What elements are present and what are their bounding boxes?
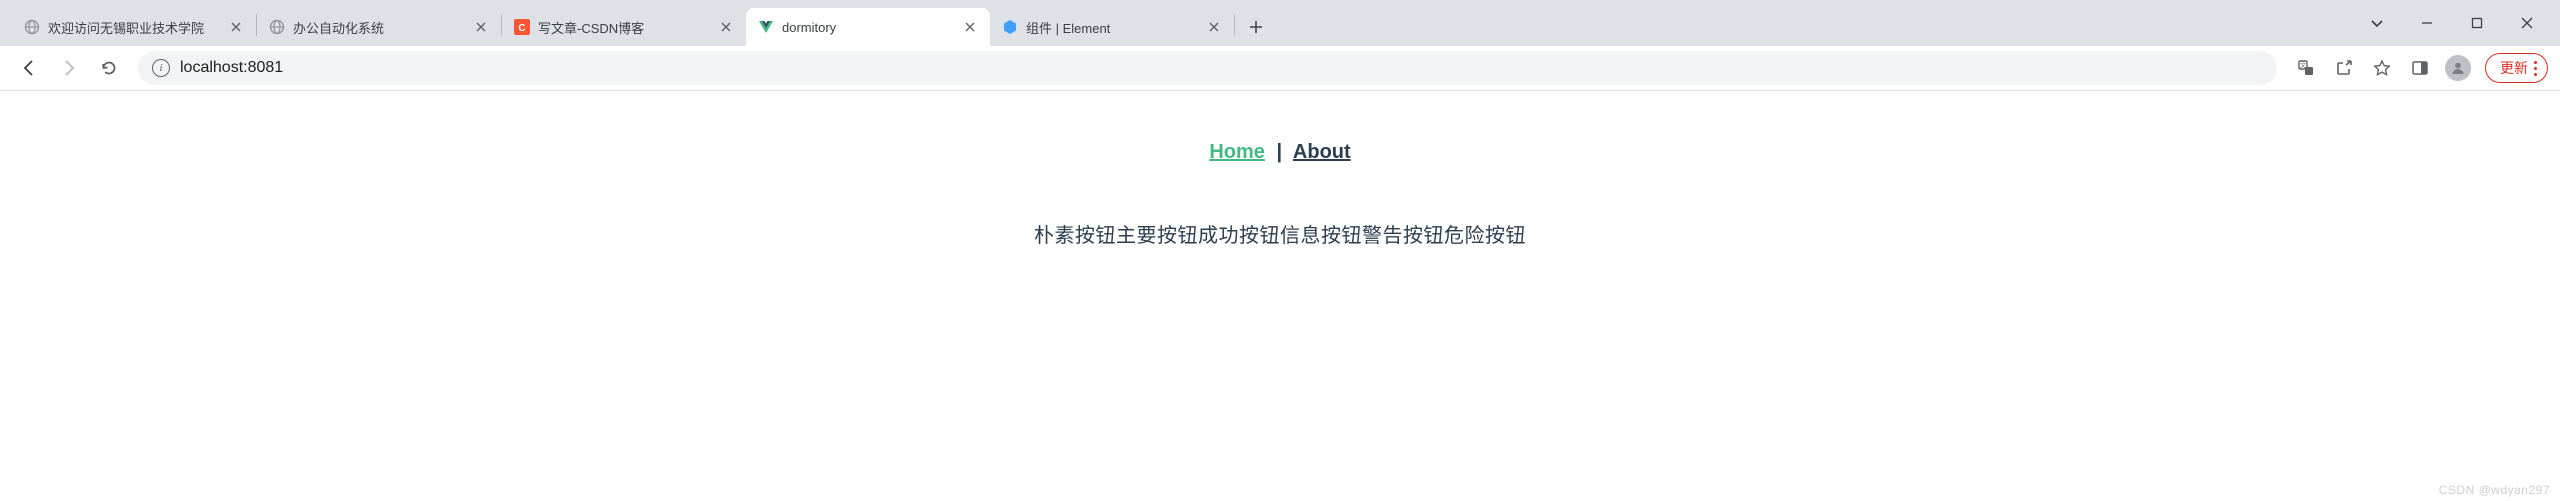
side-panel-icon[interactable] <box>2403 51 2437 85</box>
router-nav: Home | About <box>0 141 2560 164</box>
tab-title: dormitory <box>782 20 954 35</box>
minimize-button[interactable] <box>2402 5 2452 41</box>
close-icon[interactable] <box>473 19 489 35</box>
profile-button[interactable] <box>2441 51 2475 85</box>
tab-strip: 欢迎访问无锡职业技术学院 办公自动化系统 C 写文章-CSDN博客 dormit… <box>0 0 2560 46</box>
reload-button[interactable] <box>92 51 126 85</box>
address-bar[interactable]: i localhost:8081 <box>138 51 2277 85</box>
globe-icon <box>24 19 40 35</box>
window-controls <box>2352 0 2560 46</box>
url-text: localhost:8081 <box>180 59 2263 77</box>
site-info-icon[interactable]: i <box>152 59 170 77</box>
tab-search-button[interactable] <box>2352 16 2402 30</box>
share-icon[interactable] <box>2327 51 2361 85</box>
update-label: 更新 <box>2500 58 2528 78</box>
nav-link-home[interactable]: Home <box>1209 141 1265 163</box>
tab-oa[interactable]: 办公自动化系统 <box>257 8 501 46</box>
svg-text:文: 文 <box>2300 62 2306 70</box>
tab-csdn[interactable]: C 写文章-CSDN博客 <box>502 8 746 46</box>
element-icon <box>1002 19 1018 35</box>
translate-icon[interactable]: 文 <box>2289 51 2323 85</box>
browser-toolbar: i localhost:8081 文 更新 <box>0 46 2560 91</box>
nav-link-about[interactable]: About <box>1293 141 1351 163</box>
forward-button[interactable] <box>52 51 86 85</box>
avatar-icon <box>2445 55 2471 81</box>
tab-dormitory[interactable]: dormitory <box>746 8 990 46</box>
tab-title: 办公自动化系统 <box>293 18 465 37</box>
tab-wuxi[interactable]: 欢迎访问无锡职业技术学院 <box>12 8 256 46</box>
button-text-row: 朴素按钮主要按钮成功按钮信息按钮警告按钮危险按钮 <box>0 219 2560 248</box>
tab-element[interactable]: 组件 | Element <box>990 8 1234 46</box>
csdn-icon: C <box>514 19 530 35</box>
watermark: CSDN @wdyan297 <box>2439 483 2550 497</box>
close-icon[interactable] <box>1206 19 1222 35</box>
bookmark-icon[interactable] <box>2365 51 2399 85</box>
new-tab-button[interactable] <box>1241 12 1271 42</box>
svg-text:C: C <box>518 23 525 34</box>
close-icon[interactable] <box>962 19 978 35</box>
close-window-button[interactable] <box>2502 5 2552 41</box>
vue-icon <box>758 19 774 35</box>
close-icon[interactable] <box>228 19 244 35</box>
close-icon[interactable] <box>718 19 734 35</box>
toolbar-actions: 文 更新 <box>2289 51 2548 85</box>
tab-title: 欢迎访问无锡职业技术学院 <box>48 18 220 37</box>
back-button[interactable] <box>12 51 46 85</box>
maximize-button[interactable] <box>2452 5 2502 41</box>
page-content: Home | About 朴素按钮主要按钮成功按钮信息按钮警告按钮危险按钮 <box>0 91 2560 248</box>
update-button[interactable]: 更新 <box>2485 53 2548 83</box>
tab-title: 写文章-CSDN博客 <box>538 18 710 37</box>
tab-title: 组件 | Element <box>1026 18 1198 37</box>
menu-dots-icon <box>2534 61 2537 76</box>
globe-icon <box>269 19 285 35</box>
nav-separator: | <box>1276 141 1282 163</box>
tab-separator <box>1234 14 1235 36</box>
